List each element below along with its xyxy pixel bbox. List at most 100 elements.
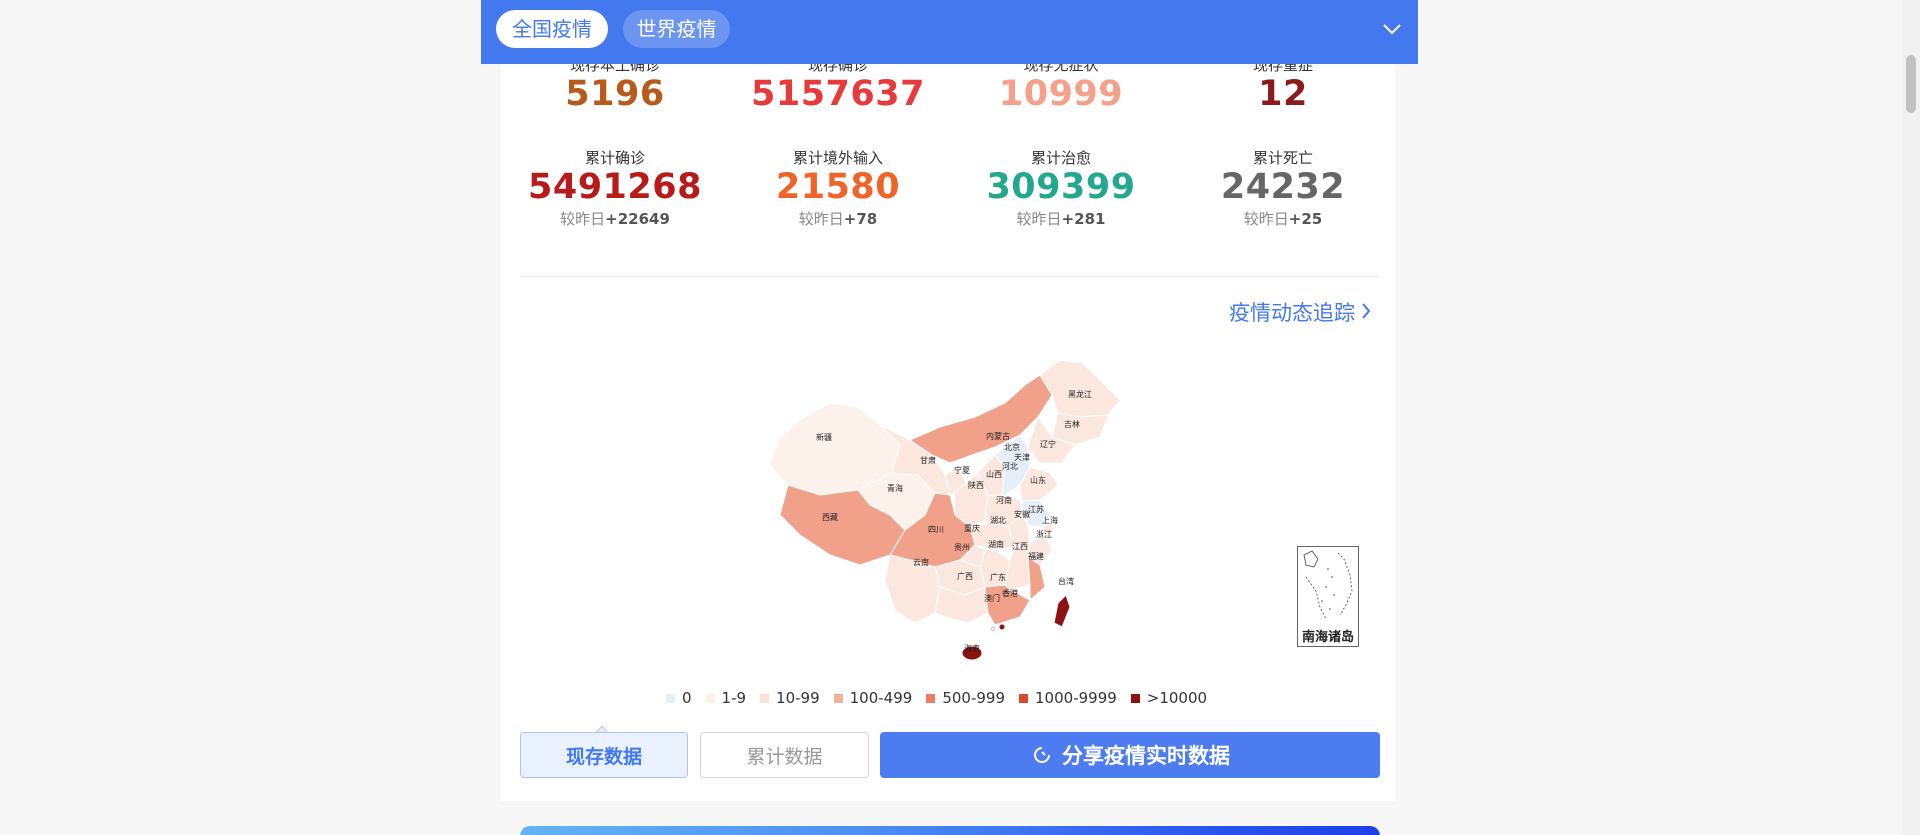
map-label: 福建 xyxy=(1028,551,1044,561)
legend-swatch xyxy=(760,693,770,703)
chevron-down-icon[interactable] xyxy=(1382,22,1402,36)
province-macau xyxy=(990,626,996,632)
refresh-icon xyxy=(1034,747,1050,763)
stat-label: 累计确诊 xyxy=(584,149,645,167)
legend-swatch xyxy=(1019,693,1029,703)
map-label: 甘肃 xyxy=(920,455,936,465)
stat-value: 309399 xyxy=(986,167,1136,207)
stat-total-deaths: 累计死亡 24232 较昨日+25 xyxy=(1173,149,1393,229)
legend-swatch xyxy=(1130,693,1140,703)
stat-total-recovered: 累计治愈 309399 较昨日+281 xyxy=(951,149,1171,229)
map-label: 黑龙江 xyxy=(1068,389,1092,399)
stat-current-confirmed: 现存确诊 5157637 xyxy=(728,56,948,114)
legend-item[interactable]: 500-999 xyxy=(926,689,1005,707)
map-label: 天津 xyxy=(1014,452,1030,462)
map-label: 山东 xyxy=(1030,475,1046,485)
scrollbar-thumb[interactable] xyxy=(1906,55,1916,113)
legend-item[interactable]: 10-99 xyxy=(760,689,820,707)
south-china-sea-inset: 南海诸岛 xyxy=(1297,546,1359,647)
legend-item[interactable]: >10000 xyxy=(1130,689,1208,707)
map-label: 香港 xyxy=(1002,588,1018,598)
map-label: 青海 xyxy=(887,483,903,493)
legend-label: 500-999 xyxy=(942,689,1006,707)
map-label: 云南 xyxy=(913,557,929,567)
map-label: 安徽 xyxy=(1014,509,1030,519)
tab-domestic[interactable]: 全国疫情 xyxy=(496,10,608,48)
tracking-link-label: 疫情动态追踪 xyxy=(1229,301,1355,325)
legend-swatch xyxy=(833,693,843,703)
map-label: 浙江 xyxy=(1036,529,1052,539)
map-label: 陕西 xyxy=(968,480,984,490)
current-data-button[interactable]: 现存数据 xyxy=(520,732,688,778)
map-label: 吉林 xyxy=(1064,419,1080,429)
section-divider xyxy=(520,276,1380,277)
legend-swatch xyxy=(705,693,715,703)
stat-delta: 较昨日+22649 xyxy=(560,210,670,228)
map-label: 湖南 xyxy=(988,539,1004,549)
stat-current-severe: 现存重症 12 xyxy=(1173,56,1393,114)
stat-value: 21580 xyxy=(775,167,901,207)
legend-swatch xyxy=(926,693,936,703)
legend-label: 1-9 xyxy=(721,689,747,707)
legend-swatch xyxy=(666,693,675,703)
map-label: 贵州 xyxy=(954,542,970,552)
stat-total-confirmed: 累计确诊 5491268 较昨日+22649 xyxy=(505,149,725,229)
page-scrollbar[interactable] xyxy=(1902,0,1920,835)
stat-delta: 较昨日+78 xyxy=(798,210,878,228)
stat-total-imported: 累计境外输入 21580 较昨日+78 xyxy=(728,149,948,229)
map-legend: 0 1-9 10-99 100-499 500-999 1000-9999 >1… xyxy=(666,689,1221,707)
stat-label: 累计死亡 xyxy=(1252,149,1313,167)
province-hongkong xyxy=(998,623,1006,631)
map-label: 山西 xyxy=(986,469,1002,479)
stat-current-local: 现存本土确诊 5196 xyxy=(505,56,725,114)
stat-value: 12 xyxy=(1258,74,1308,114)
legend-label: 10-99 xyxy=(776,689,820,707)
legend-item[interactable]: 100-499 xyxy=(833,689,912,707)
map-label: 河南 xyxy=(996,495,1012,505)
chevron-right-icon xyxy=(1362,303,1371,319)
share-realtime-data-button[interactable]: 分享疫情实时数据 xyxy=(880,732,1380,778)
stat-value: 24232 xyxy=(1220,167,1346,207)
inset-map xyxy=(1303,550,1353,620)
map-label: 湖北 xyxy=(990,516,1006,525)
bottom-banner[interactable] xyxy=(520,826,1380,835)
map-label: 内蒙古 xyxy=(986,431,1010,441)
stat-delta: 较昨日+281 xyxy=(1016,210,1106,228)
china-epidemic-map[interactable]: 黑龙江 吉林 辽宁 内蒙古 北京 天津 河北 山西 新疆 甘肃 宁夏 陕西 青海… xyxy=(740,355,1160,685)
map-label: 新疆 xyxy=(816,432,832,442)
map-label: 北京 xyxy=(1004,442,1020,452)
map-label: 重庆 xyxy=(964,523,980,533)
inset-label: 南海诸岛 xyxy=(1301,630,1354,645)
legend-label: 0 xyxy=(682,689,692,707)
map-label: 上海 xyxy=(1042,515,1058,525)
map-label: 海南 xyxy=(964,643,980,653)
legend-label: >10000 xyxy=(1146,689,1208,707)
province-heilongjiang xyxy=(1039,359,1121,418)
tab-world[interactable]: 世界疫情 xyxy=(623,10,730,48)
legend-item[interactable]: 1-9 xyxy=(705,689,747,707)
legend-item[interactable]: 0 xyxy=(666,689,692,707)
map-label: 辽宁 xyxy=(1040,439,1056,449)
legend-label: 1000-9999 xyxy=(1035,689,1117,707)
map-label: 西藏 xyxy=(822,512,838,522)
share-button-label: 分享疫情实时数据 xyxy=(1062,744,1230,768)
top-nav-bar: 全国疫情 世界疫情 xyxy=(481,0,1418,64)
cumulative-data-button[interactable]: 累计数据 xyxy=(700,732,869,778)
map-label: 宁夏 xyxy=(954,465,970,475)
map-label: 广西 xyxy=(957,571,973,581)
stat-current-asymptomatic: 现存无症状 10999 xyxy=(951,56,1171,114)
map-label: 江苏 xyxy=(1028,504,1044,514)
tracking-link[interactable]: 疫情动态追踪 xyxy=(1229,297,1371,327)
stat-value: 5196 xyxy=(565,74,665,114)
province-fujian xyxy=(1027,556,1046,602)
stat-label: 累计境外输入 xyxy=(792,149,883,167)
map-label: 澳门 xyxy=(984,593,1000,603)
province-taiwan xyxy=(1053,594,1071,628)
map-label: 河北 xyxy=(1002,461,1018,471)
stat-value: 10999 xyxy=(998,74,1124,114)
legend-item[interactable]: 1000-9999 xyxy=(1019,689,1117,707)
map-label: 台湾 xyxy=(1058,576,1074,586)
stat-label: 累计治愈 xyxy=(1030,149,1091,167)
stat-delta: 较昨日+25 xyxy=(1243,210,1323,228)
map-label: 四川 xyxy=(928,525,944,534)
